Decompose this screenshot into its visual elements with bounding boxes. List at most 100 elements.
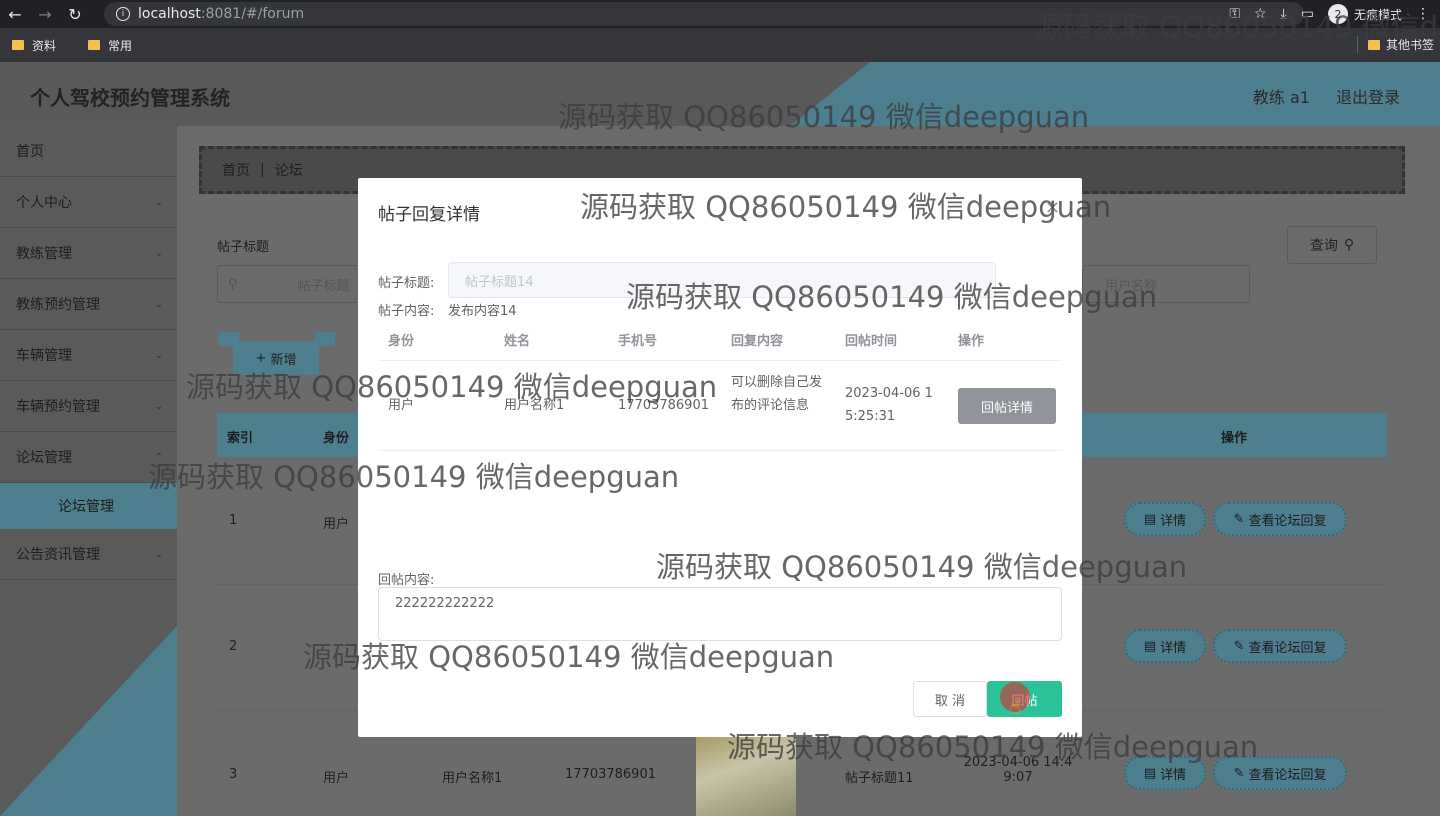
row-role: 用户 [323, 771, 350, 786]
post-title-label: 帖子标题: [378, 276, 435, 291]
col-role: 身份 [388, 334, 415, 349]
bookmark-folder-2[interactable]: 常用 [88, 37, 132, 54]
sidebar-item-label: 首页 [16, 144, 44, 160]
incognito-icon: 2 [1327, 4, 1348, 24]
view-replies-label: 查看论坛回复 [1248, 513, 1327, 529]
bookmark-folder-1[interactable]: 资料 [12, 37, 56, 54]
folder-icon [1367, 39, 1380, 50]
col-actions: 操作 [958, 334, 985, 349]
more-icon[interactable]: ⋮ [1416, 6, 1430, 22]
close-icon[interactable]: ✕ [1045, 198, 1060, 219]
chevron-down-icon: ⌄ [154, 247, 163, 259]
header-actions: 操作 [1221, 431, 1248, 446]
sidebar-item-forum[interactable]: 论坛管理 ⌃ [0, 432, 177, 483]
chevron-down-icon: ⌄ [154, 298, 163, 310]
title-filter-input[interactable]: ⚲ 帖子标题 [217, 265, 377, 303]
incognito-indicator[interactable]: 2 无痕模式 [1327, 4, 1402, 24]
sidebar-item-label: 论坛管理 [16, 450, 72, 466]
chevron-down-icon: ⌄ [154, 400, 163, 412]
view-replies-button[interactable]: ✎ 查看论坛回复 [1213, 629, 1347, 663]
sidebar-item-notice[interactable]: 公告资讯管理 ⌄ [0, 529, 177, 580]
sidebar-item-label: 公告资讯管理 [16, 547, 100, 563]
breadcrumb-current: 论坛 [274, 163, 303, 179]
app-title: 个人驾校预约管理系统 [30, 86, 230, 110]
sidebar-subitem-forum[interactable]: 论坛管理 [0, 483, 177, 529]
divider [378, 450, 1062, 451]
sidebar-item-label: 车辆预约管理 [16, 399, 100, 415]
sidebar-item-label: 教练管理 [16, 246, 72, 262]
search-button-label: 查询 [1309, 238, 1338, 254]
reply-content-label: 回帖内容: [378, 573, 435, 588]
divider [378, 360, 1062, 361]
back-arrow-icon[interactable]: ← [0, 0, 30, 28]
reply-detail-button[interactable]: 回帖详情 [958, 388, 1056, 424]
row-name: 用户名称1 [442, 771, 503, 786]
sidebar-subitem-label: 论坛管理 [58, 499, 114, 515]
user-filter-input[interactable]: 用户名称 [1082, 265, 1250, 303]
reload-icon[interactable]: ↻ [60, 0, 90, 28]
search-button[interactable]: 查询 ⚲ [1287, 226, 1377, 264]
browser-actions: ⚿ ☆ ⤓ ▭ 2 无痕模式 ⋮ [1229, 0, 1440, 28]
detail-button[interactable]: ▤ 详情 [1124, 756, 1206, 790]
add-button[interactable]: + 新增 [233, 341, 319, 375]
edit-icon: ✎ [1233, 638, 1245, 654]
chevron-down-icon: ⌄ [154, 349, 163, 361]
folder-icon [88, 40, 101, 50]
document-icon: ▤ [1143, 511, 1157, 527]
row-time: 2023-04-06 14:4 9:07 [963, 755, 1073, 785]
sidebar-item-home[interactable]: 首页 [0, 126, 177, 177]
download-icon[interactable]: ⤓ [1281, 6, 1287, 22]
breadcrumb-home[interactable]: 首页 [222, 160, 250, 180]
sidebar-item-coach-booking[interactable]: 教练预约管理 ⌄ [0, 279, 177, 330]
add-button-label: 新增 [270, 352, 297, 368]
detail-button[interactable]: ▤ 详情 [1124, 629, 1206, 663]
reply-content-textarea[interactable]: 222222222222 [378, 587, 1062, 641]
tab-icon[interactable]: ▭ [1301, 6, 1314, 22]
sidebar-item-vehicle[interactable]: 车辆管理 ⌄ [0, 330, 177, 381]
edit-icon: ✎ [1233, 511, 1245, 527]
forward-arrow-icon[interactable]: → [30, 0, 60, 28]
detail-button[interactable]: ▤ 详情 [1124, 502, 1206, 536]
sidebar-item-label: 个人中心 [16, 195, 72, 211]
reply-phone: 17703786901 [618, 398, 709, 413]
row-phone: 17703786901 [565, 767, 656, 782]
edit-icon: ✎ [1233, 765, 1245, 781]
title-filter-placeholder: 帖子标题 [297, 278, 350, 294]
col-content: 回复内容 [731, 334, 784, 349]
detail-button-label: 详情 [1160, 640, 1187, 656]
bookmarks-bar: 资料 常用 其他书签 [0, 28, 1440, 62]
row-index: 1 [229, 513, 238, 528]
user-label: 教练 a1 [1252, 88, 1310, 107]
info-icon[interactable]: i [116, 7, 130, 21]
reply-name: 用户名称1 [504, 398, 565, 413]
view-replies-button[interactable]: ✎ 查看论坛回复 [1213, 502, 1347, 536]
user-filter-placeholder: 用户名称 [1105, 278, 1158, 294]
logout-link[interactable]: 退出登录 [1336, 84, 1400, 108]
sidebar-item-coach[interactable]: 教练管理 ⌄ [0, 228, 177, 279]
detail-button-label: 详情 [1160, 767, 1187, 783]
other-bookmarks[interactable]: 其他书签 [1356, 36, 1434, 53]
col-phone: 手机号 [618, 334, 658, 349]
hand-cursor-icon: ☝ [1009, 695, 1022, 719]
folder-icon [12, 40, 24, 50]
sidebar-decoration [0, 626, 177, 816]
key-icon[interactable]: ⚿ [1229, 6, 1240, 22]
post-image [696, 736, 796, 816]
sidebar-item-vehicle-booking[interactable]: 车辆预约管理 ⌄ [0, 381, 177, 432]
post-title-value: 帖子标题14 [465, 274, 534, 290]
address-bar[interactable]: i localhost:8081/#/forum [104, 2, 1304, 26]
post-content-value: 发布内容14 [448, 304, 517, 319]
star-icon[interactable]: ☆ [1254, 6, 1267, 22]
sidebar-item-personal[interactable]: 个人中心 ⌄ [0, 177, 177, 228]
cancel-button[interactable]: 取 消 [913, 681, 987, 717]
sidebar-item-label: 车辆管理 [16, 348, 72, 364]
url-path: :8081/#/forum [200, 6, 305, 22]
view-replies-button[interactable]: ✎ 查看论坛回复 [1213, 756, 1347, 790]
search-icon: ⚲ [1343, 237, 1355, 253]
incognito-label: 无痕模式 [1353, 7, 1402, 22]
dialog-title: 帖子回复详情 [378, 205, 480, 225]
view-replies-label: 查看论坛回复 [1248, 767, 1327, 783]
bookmark-label: 常用 [108, 38, 133, 53]
row-index: 3 [229, 767, 238, 782]
reply-content: 可以删除自己发布的评论信息 [731, 375, 823, 413]
